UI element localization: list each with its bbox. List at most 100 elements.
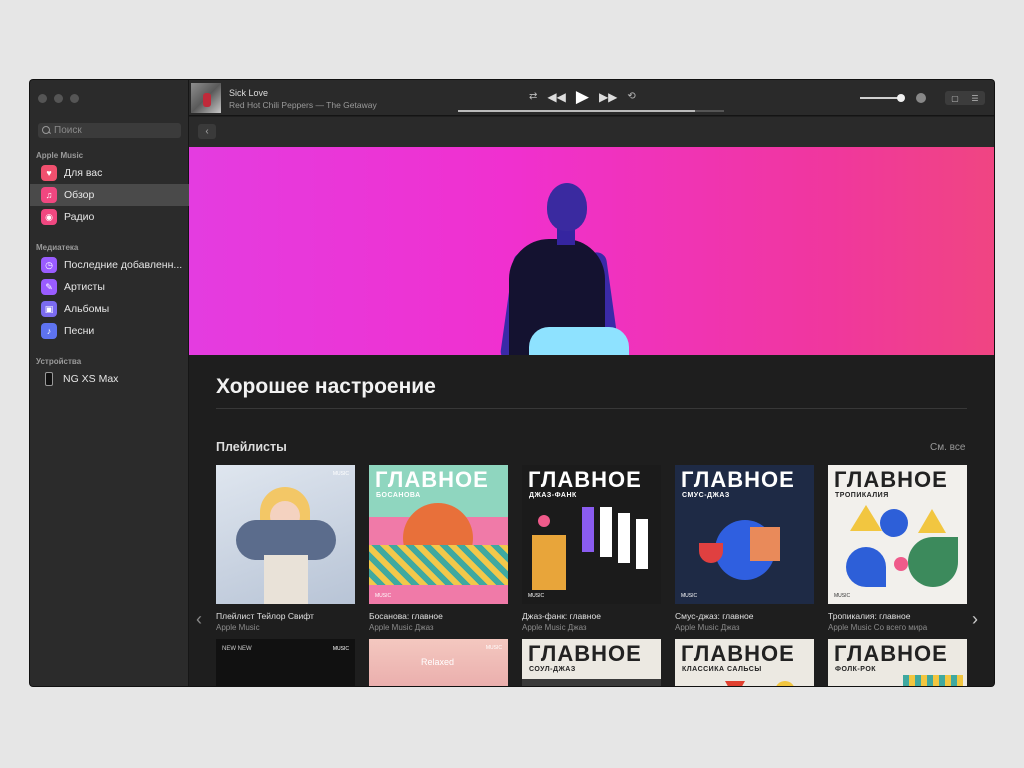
previous-track-icon[interactable]: ◀◀ bbox=[547, 91, 565, 103]
sidebar-item-artists[interactable]: ✎ Артисты bbox=[30, 276, 189, 298]
artwork-shape bbox=[618, 513, 630, 563]
sidebar: Apple Music ♥ Для вас ♫ Обзор ◉ Радио Ме… bbox=[30, 80, 189, 686]
play-icon[interactable]: ▶ bbox=[576, 88, 589, 105]
navigation-bar: ‹ bbox=[189, 117, 994, 147]
playlist-card[interactable]: ГЛАВНОЕ ДЖАЗ-ФАНК MUSIC Джаз-фанк: главн… bbox=[522, 465, 661, 632]
hero-figure bbox=[547, 183, 587, 231]
artwork-shape bbox=[369, 545, 508, 585]
playlist-curator[interactable]: Apple Music Джаз bbox=[369, 623, 508, 632]
volume-slider[interactable] bbox=[860, 94, 905, 102]
playback-progress-bar[interactable] bbox=[458, 110, 724, 112]
playlist-card[interactable]: NEW NEW MUSIC bbox=[216, 639, 355, 686]
artwork-title: ГЛАВНОЕ bbox=[375, 467, 489, 492]
playlist-artwork[interactable]: ГЛАВНОЕ СМУС-ДЖАЗ MUSIC bbox=[675, 465, 814, 604]
playlist-curator[interactable]: Apple Music Джаз bbox=[522, 623, 661, 632]
repeat-icon[interactable]: ⟲ bbox=[627, 91, 635, 102]
sidebar-item-albums[interactable]: ▣ Альбомы bbox=[30, 298, 189, 320]
playlist-card[interactable]: ГЛАВНОЕ КЛАССИКА САЛЬСЫ bbox=[675, 639, 814, 686]
playlist-card[interactable]: ГЛАВНОЕ СМУС-ДЖАЗ MUSIC Смус-джаз: главн… bbox=[675, 465, 814, 632]
sidebar-item-label: Для вас bbox=[64, 167, 103, 179]
playlist-curator[interactable]: Apple Music Джаз bbox=[675, 623, 814, 632]
next-track-icon[interactable]: ▶▶ bbox=[599, 91, 617, 103]
artwork-shape bbox=[918, 509, 946, 533]
section-title-library: Медиатека bbox=[36, 243, 79, 252]
artwork-shape bbox=[522, 679, 661, 686]
view-buttons: ▢ ☰ bbox=[945, 91, 985, 105]
lyrics-icon[interactable]: ▢ bbox=[945, 91, 965, 105]
back-button[interactable]: ‹ bbox=[198, 124, 216, 139]
artwork-shape bbox=[538, 515, 550, 527]
scroll-right-icon[interactable]: › bbox=[972, 609, 978, 630]
now-playing-artwork[interactable] bbox=[191, 83, 221, 113]
section-heading-playlists: Плейлисты bbox=[216, 440, 287, 454]
playlist-card[interactable]: ГЛАВНОЕ СОУЛ-ДЖАЗ bbox=[522, 639, 661, 686]
sidebar-item-label: Обзор bbox=[64, 189, 95, 201]
playlist-name[interactable]: Смус-джаз: главное bbox=[675, 611, 814, 621]
playlist-curator[interactable]: Apple Music bbox=[216, 623, 355, 632]
artwork-shape bbox=[850, 505, 882, 531]
artwork-shape bbox=[903, 675, 963, 686]
music-note-icon: ♫ bbox=[41, 187, 57, 203]
zoom-window-button[interactable] bbox=[70, 94, 79, 103]
track-title: Sick Love bbox=[229, 88, 269, 98]
volume-knob[interactable] bbox=[897, 94, 905, 102]
playlist-name[interactable]: Джаз-фанк: главное bbox=[522, 611, 661, 621]
close-window-button[interactable] bbox=[38, 94, 47, 103]
heart-icon: ♥ bbox=[41, 165, 57, 181]
track-artist: Red Hot Chili Peppers — The Getaway bbox=[229, 100, 377, 110]
artwork-genre: ТРОПИКАЛИЯ bbox=[835, 492, 889, 499]
playlist-artwork[interactable]: ГЛАВНОЕ БОСАНОВА MUSIC bbox=[369, 465, 508, 604]
playlist-card[interactable]: ГЛАВНОЕ ФОЛК-РОК bbox=[828, 639, 967, 686]
search-box[interactable] bbox=[38, 123, 181, 138]
artwork-shape bbox=[636, 519, 648, 569]
playlist-card[interactable]: ГЛАВНОЕ БОСАНОВА MUSIC Босанова: главное… bbox=[369, 465, 508, 632]
sidebar-item-device[interactable]: NG XS Max bbox=[30, 368, 189, 390]
playlist-artwork[interactable]: ГЛАВНОЕ СОУЛ-ДЖАЗ bbox=[522, 639, 661, 686]
playlist-card[interactable]: ГЛАВНОЕ ТРОПИКАЛИЯ MUSIC Тропикалия: гла… bbox=[828, 465, 967, 632]
music-app-window: Apple Music ♥ Для вас ♫ Обзор ◉ Радио Ме… bbox=[30, 80, 994, 686]
hero-banner[interactable] bbox=[189, 147, 994, 355]
playlist-artwork[interactable]: MUSIC bbox=[216, 465, 355, 604]
sidebar-item-recently-added[interactable]: ◷ Последние добавленн... bbox=[30, 254, 189, 276]
artwork-shape bbox=[908, 537, 958, 587]
shuffle-icon[interactable]: ⇄ bbox=[529, 91, 537, 102]
chevron-left-icon: ‹ bbox=[205, 126, 209, 137]
airplay-icon[interactable] bbox=[916, 93, 926, 103]
sidebar-item-for-you[interactable]: ♥ Для вас bbox=[30, 162, 189, 184]
apple-music-badge: MUSIC bbox=[528, 593, 545, 599]
page-title: Хорошее настроение bbox=[216, 375, 436, 398]
playlist-name[interactable]: Тропикалия: главное bbox=[828, 611, 967, 621]
artwork-figure bbox=[264, 555, 308, 604]
artwork-text: Relaxed bbox=[421, 657, 455, 667]
playlist-name[interactable]: Босанова: главное bbox=[369, 611, 508, 621]
microphone-icon: ✎ bbox=[41, 279, 57, 295]
see-all-link[interactable]: См. все bbox=[930, 442, 965, 453]
sidebar-item-label: Альбомы bbox=[64, 303, 110, 315]
playlist-artwork[interactable]: ГЛАВНОЕ КЛАССИКА САЛЬСЫ bbox=[675, 639, 814, 686]
artwork-title: ГЛАВНОЕ bbox=[681, 467, 795, 492]
playlist-card[interactable]: MUSIC Плейлист Тейлор Свифт Apple Music bbox=[216, 465, 355, 632]
sidebar-item-label: Последние добавленн... bbox=[64, 259, 183, 271]
artwork-genre: ФОЛК-РОК bbox=[835, 666, 877, 673]
search-input[interactable] bbox=[54, 125, 174, 136]
artwork-shape bbox=[582, 507, 594, 552]
artwork-title: ГЛАВНОЕ bbox=[528, 641, 642, 666]
playlist-artwork[interactable]: ГЛАВНОЕ ТРОПИКАЛИЯ MUSIC bbox=[828, 465, 967, 604]
sidebar-item-songs[interactable]: ♪ Песни bbox=[30, 320, 189, 342]
apple-music-badge: MUSIC bbox=[332, 471, 349, 477]
up-next-list-icon[interactable]: ☰ bbox=[965, 91, 985, 105]
playlist-artwork[interactable]: ГЛАВНОЕ ДЖАЗ-ФАНК MUSIC bbox=[522, 465, 661, 604]
scroll-left-icon[interactable]: ‹ bbox=[196, 609, 202, 630]
playlist-artwork[interactable]: Relaxed MUSIC bbox=[369, 639, 508, 686]
main-content: Хорошее настроение Плейлисты См. все ‹ ›… bbox=[189, 147, 994, 686]
minimize-window-button[interactable] bbox=[54, 94, 63, 103]
apple-music-badge: MUSIC bbox=[834, 593, 851, 599]
playlist-curator[interactable]: Apple Music Со всего мира bbox=[828, 623, 967, 632]
sidebar-item-radio[interactable]: ◉ Радио bbox=[30, 206, 189, 228]
playlist-artwork[interactable]: ГЛАВНОЕ ФОЛК-РОК bbox=[828, 639, 967, 686]
playlist-name[interactable]: Плейлист Тейлор Свифт bbox=[216, 611, 355, 621]
playlist-artwork[interactable]: NEW NEW MUSIC bbox=[216, 639, 355, 686]
playlist-card[interactable]: Relaxed MUSIC bbox=[369, 639, 508, 686]
sidebar-item-browse[interactable]: ♫ Обзор bbox=[30, 184, 189, 206]
artwork-text: NEW NEW bbox=[222, 646, 252, 652]
